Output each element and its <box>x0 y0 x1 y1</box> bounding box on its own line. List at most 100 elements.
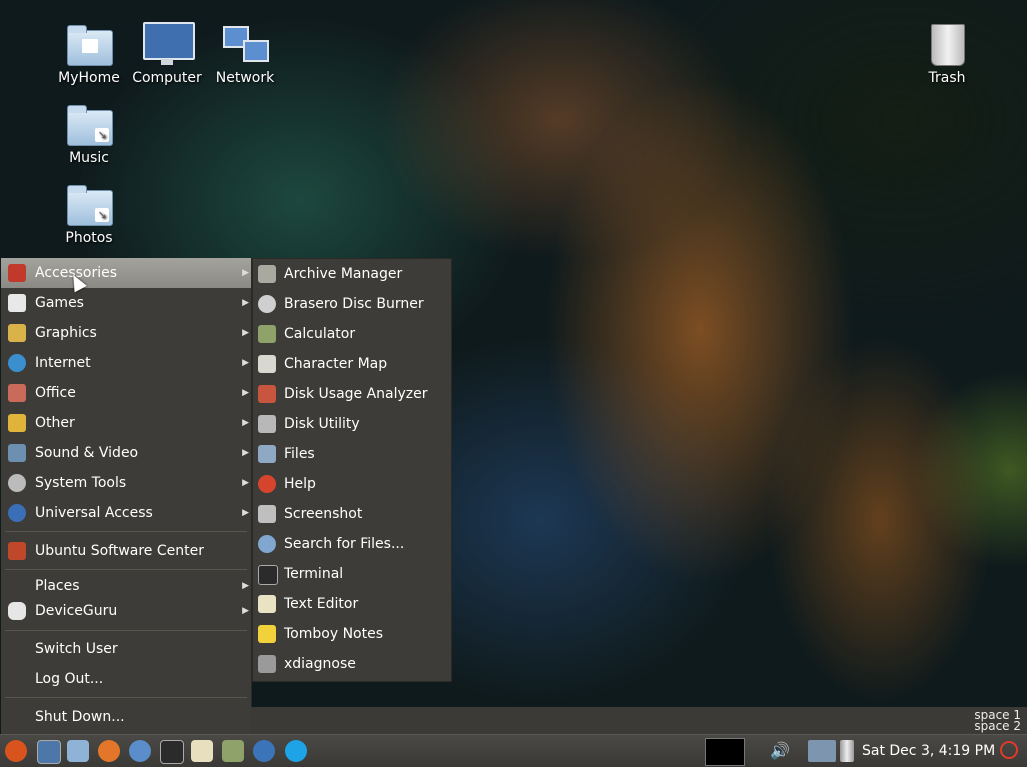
text-editor-icon <box>258 595 276 613</box>
computer-icon <box>143 22 195 66</box>
app-launcher-icon[interactable] <box>253 740 275 762</box>
submenu-item-archive-manager[interactable]: Archive Manager <box>253 259 451 289</box>
submenu-item-label: Calculator <box>284 326 356 342</box>
graphics-icon <box>8 324 26 342</box>
submenu-arrow-icon: ▶ <box>242 478 249 488</box>
desktop-icon-computer[interactable]: Computer <box>127 22 207 86</box>
menu-item-software-center[interactable]: Ubuntu Software Center <box>1 536 251 566</box>
firefox-icon[interactable] <box>98 740 120 762</box>
submenu-item-text-editor[interactable]: Text Editor <box>253 589 451 619</box>
submenu-item-label: Terminal <box>284 566 344 582</box>
submenu-item-search-files[interactable]: Search for Files... <box>253 529 451 559</box>
speech-bubble-icon <box>8 602 26 620</box>
submenu-item-label: Text Editor <box>284 596 359 612</box>
menu-item-label: Universal Access <box>35 505 153 521</box>
music-folder-icon: ↘ <box>65 102 113 146</box>
desktop-icon-myhome[interactable]: MyHome <box>49 22 129 86</box>
software-center-icon <box>8 542 26 560</box>
network-status-icon[interactable] <box>808 740 836 762</box>
clock[interactable]: Sat Dec 3, 4:19 PM <box>862 735 995 767</box>
menu-item-switch-user[interactable]: Switch User <box>1 634 251 664</box>
workspace-2-label[interactable]: space 2 <box>974 720 1021 732</box>
menu-item-office[interactable]: Office ▶ <box>1 378 251 408</box>
text-editor-launcher-icon[interactable] <box>191 740 213 762</box>
submenu-item-screenshot[interactable]: Screenshot <box>253 499 451 529</box>
desktop-icon-photos[interactable]: ↘ Photos <box>49 182 129 246</box>
menu-item-graphics[interactable]: Graphics ▶ <box>1 318 251 348</box>
photos-folder-icon: ↘ <box>65 182 113 226</box>
menu-item-label: Games <box>35 295 84 311</box>
menu-item-internet[interactable]: Internet ▶ <box>1 348 251 378</box>
menu-item-label: System Tools <box>35 475 127 491</box>
menu-item-label: Switch User <box>35 641 118 657</box>
menu-item-label: Places <box>35 578 80 594</box>
trash-icon <box>923 22 971 66</box>
submenu-item-character-map[interactable]: Character Map <box>253 349 451 379</box>
tomboy-notes-icon <box>258 625 276 643</box>
main-menu-icon[interactable] <box>5 740 27 762</box>
menu-item-label: Other <box>35 415 75 431</box>
show-desktop-icon[interactable] <box>37 740 61 764</box>
menu-item-other[interactable]: Other ▶ <box>1 408 251 438</box>
file-manager-icon[interactable] <box>67 740 89 762</box>
accessories-submenu: Archive Manager Brasero Disc Burner Calc… <box>252 258 452 682</box>
desktop-icon-label: Network <box>215 70 275 86</box>
bottom-panel: 🔊 Sat Dec 3, 4:19 PM <box>0 734 1027 767</box>
submenu-item-tomboy[interactable]: Tomboy Notes <box>253 619 451 649</box>
desktop-icon-music[interactable]: ↘ Music <box>49 102 129 166</box>
screenshot-icon <box>258 505 276 523</box>
menu-item-log-out[interactable]: Log Out... <box>1 664 251 694</box>
menu-item-deviceguru[interactable]: DeviceGuru ▶ <box>1 596 251 626</box>
submenu-arrow-icon: ▶ <box>242 268 249 278</box>
submenu-item-label: Character Map <box>284 356 388 372</box>
submenu-arrow-icon: ▶ <box>242 508 249 518</box>
submenu-item-terminal[interactable]: Terminal <box>253 559 451 589</box>
menu-separator <box>5 630 247 631</box>
menu-item-games[interactable]: Games ▶ <box>1 288 251 318</box>
menu-item-shut-down[interactable]: Shut Down... <box>1 702 251 732</box>
terminal-launcher-icon[interactable] <box>160 740 184 764</box>
volume-icon[interactable]: 🔊 <box>770 741 792 761</box>
submenu-item-files[interactable]: Files <box>253 439 451 469</box>
submenu-item-label: Disk Utility <box>284 416 360 432</box>
submenu-item-help[interactable]: Help <box>253 469 451 499</box>
archive-manager-icon <box>258 265 276 283</box>
files-icon <box>258 445 276 463</box>
submenu-item-disk-utility[interactable]: Disk Utility <box>253 409 451 439</box>
calculator-launcher-icon[interactable] <box>222 740 244 762</box>
menu-item-label: Sound & Video <box>35 445 139 461</box>
submenu-arrow-icon: ▶ <box>242 606 249 616</box>
menu-item-sound-video[interactable]: Sound & Video ▶ <box>1 438 251 468</box>
menu-item-label: DeviceGuru <box>35 603 118 619</box>
menu-item-accessories[interactable]: Accessories ▶ <box>1 258 251 288</box>
home-folder-icon <box>65 22 113 66</box>
submenu-item-label: Help <box>284 476 316 492</box>
submenu-arrow-icon: ▶ <box>242 418 249 428</box>
menu-item-system-tools[interactable]: System Tools ▶ <box>1 468 251 498</box>
skype-icon[interactable] <box>285 740 307 762</box>
submenu-item-label: Screenshot <box>284 506 363 522</box>
network-icon <box>221 22 269 66</box>
thunderbird-icon[interactable] <box>129 740 151 762</box>
menu-item-label: Shut Down... <box>35 709 125 725</box>
submenu-arrow-icon: ▶ <box>242 448 249 458</box>
submenu-arrow-icon: ▶ <box>242 358 249 368</box>
power-icon[interactable] <box>1000 741 1018 759</box>
submenu-item-label: xdiagnose <box>284 656 356 672</box>
search-icon <box>258 535 276 553</box>
menu-item-universal-access[interactable]: Universal Access ▶ <box>1 498 251 528</box>
trash-panel-icon[interactable] <box>840 740 854 762</box>
menu-item-label: Ubuntu Software Center <box>35 543 204 559</box>
menu-separator <box>5 569 247 570</box>
desktop-icon-label: MyHome <box>58 70 120 86</box>
submenu-item-calculator[interactable]: Calculator <box>253 319 451 349</box>
submenu-item-disk-usage[interactable]: Disk Usage Analyzer <box>253 379 451 409</box>
desktop-icon-network[interactable]: Network <box>205 22 285 86</box>
submenu-item-label: Archive Manager <box>284 266 403 282</box>
desktop-icon-trash[interactable]: Trash <box>907 22 987 86</box>
office-icon <box>8 384 26 402</box>
submenu-item-xdiagnose[interactable]: xdiagnose <box>253 649 451 679</box>
submenu-arrow-icon: ▶ <box>242 328 249 338</box>
desktop-icon-label: Computer <box>132 70 202 86</box>
submenu-item-brasero[interactable]: Brasero Disc Burner <box>253 289 451 319</box>
